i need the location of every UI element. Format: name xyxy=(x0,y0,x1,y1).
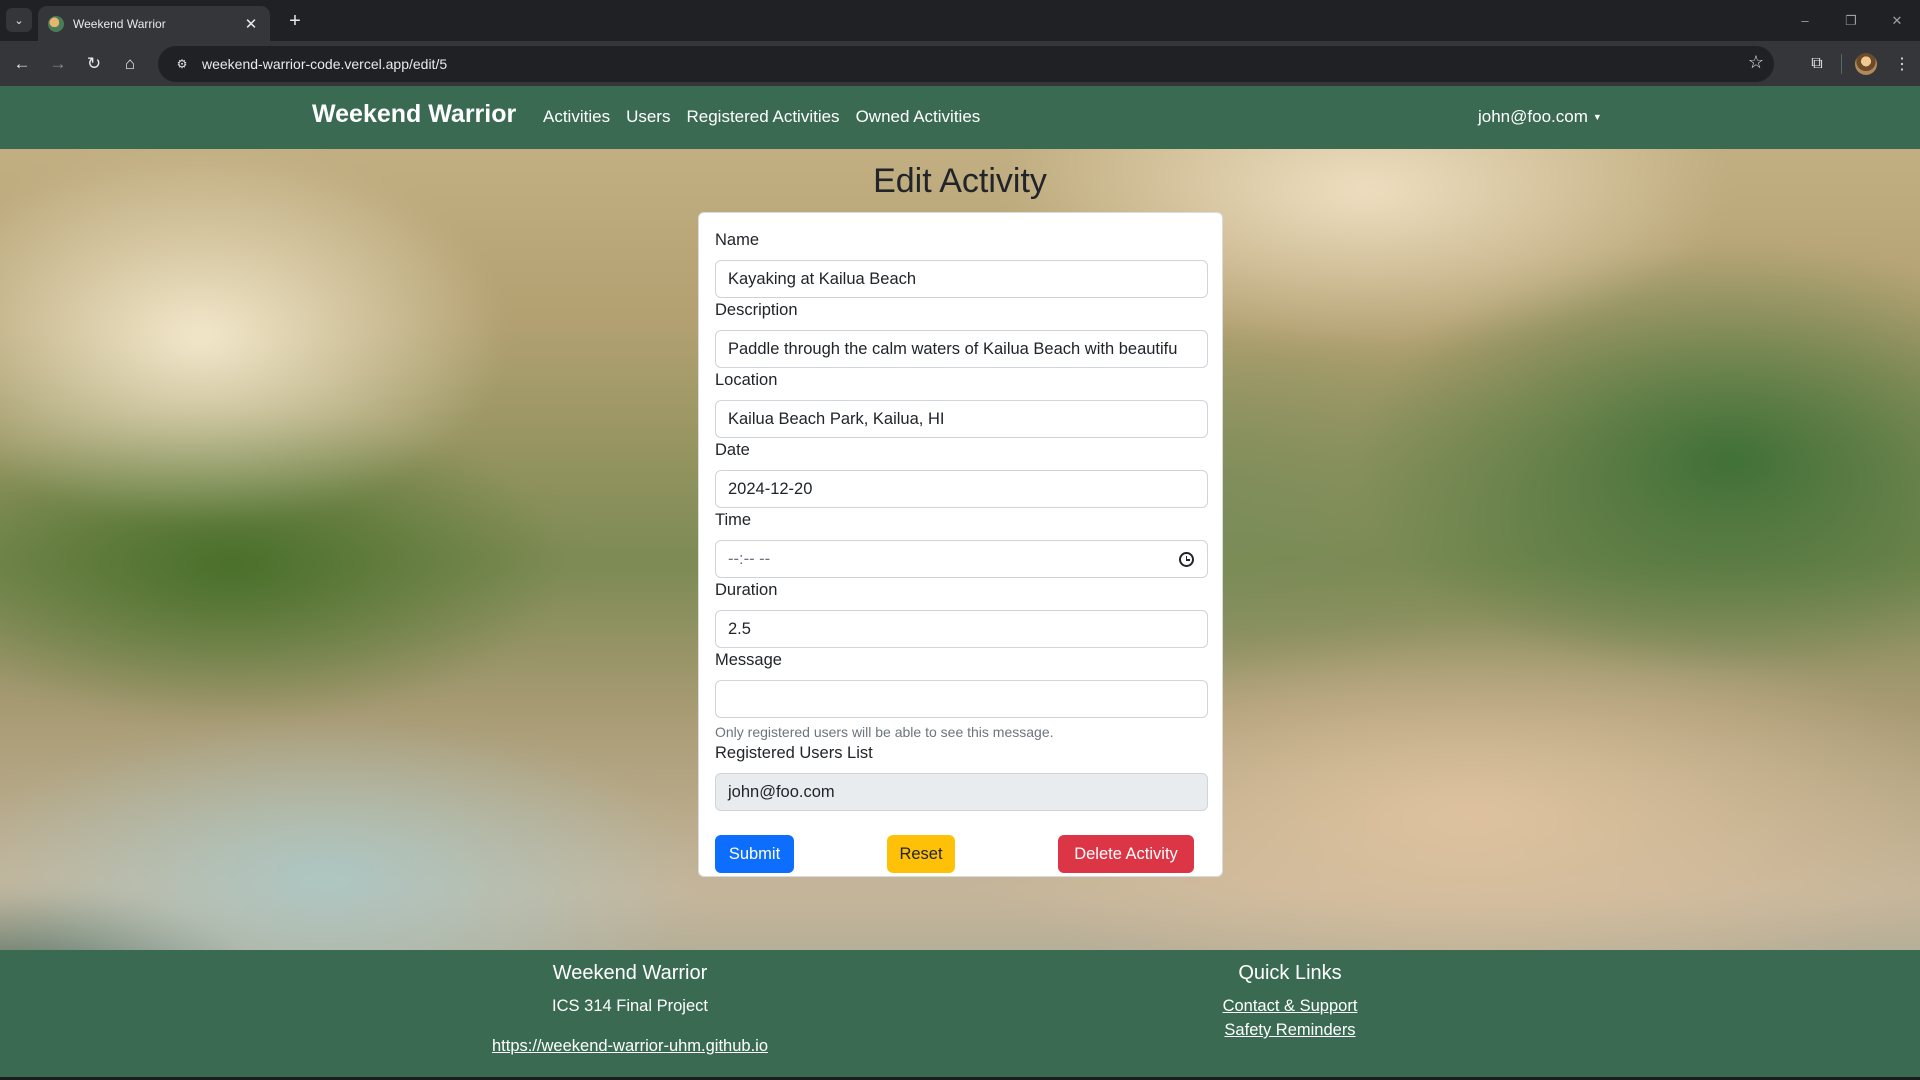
quick-links-title: Quick Links xyxy=(1238,962,1342,984)
address-bar[interactable]: ⚙ weekend-warrior-code.vercel.app/edit/5… xyxy=(158,46,1774,82)
chevron-down-icon: ⌄ xyxy=(14,14,24,27)
site-info-icon[interactable]: ⚙ xyxy=(172,54,192,74)
reload-button[interactable]: ↻ xyxy=(76,46,112,82)
message-label: Message xyxy=(715,651,782,669)
location-input[interactable]: Kailua Beach Park, Kailua, HI xyxy=(715,400,1208,438)
restore-button[interactable]: ❐ xyxy=(1828,0,1874,41)
more-menu-icon[interactable]: ⋮ xyxy=(1884,46,1920,82)
nav-link-registered-activities[interactable]: Registered Activities xyxy=(686,107,839,127)
date-label: Date xyxy=(715,441,750,459)
profile-button[interactable] xyxy=(1848,46,1884,82)
toolbar-actions: ⧉ ⋮ xyxy=(1799,41,1920,86)
name-label: Name xyxy=(715,231,760,249)
tab-title: Weekend Warrior xyxy=(73,16,166,31)
avatar xyxy=(1855,52,1877,75)
arrow-right-icon: → xyxy=(49,53,67,73)
description-input[interactable]: Paddle through the calm waters of Kailua… xyxy=(715,330,1208,368)
page-title: Edit Activity xyxy=(873,162,1047,200)
browser-toolbar: ← → ↻ ⌂ ⚙ weekend-warrior-code.vercel.ap… xyxy=(0,41,1920,86)
description-label: Description xyxy=(715,301,798,319)
contact-support-link[interactable]: Contact & Support xyxy=(1090,997,1490,1016)
duration-input[interactable]: 2.5 xyxy=(715,610,1208,648)
brand-link[interactable]: Weekend Warrior xyxy=(312,100,516,129)
window-controls: – ❐ ✕ xyxy=(1782,0,1920,41)
location-label: Location xyxy=(715,371,778,389)
new-tab-button[interactable]: + xyxy=(282,8,308,34)
extensions-icon[interactable]: ⧉ xyxy=(1799,46,1835,82)
name-input[interactable]: Kayaking at Kailua Beach xyxy=(715,260,1208,298)
footer-subtitle: ICS 314 Final Project xyxy=(552,997,708,1015)
page-content: Weekend Warrior Activities Users Registe… xyxy=(0,86,1920,1080)
nav-link-owned-activities[interactable]: Owned Activities xyxy=(856,107,981,127)
browser-tab[interactable]: Weekend Warrior ✕ xyxy=(38,6,270,41)
nav-links: Activities Users Registered Activities O… xyxy=(543,107,996,127)
date-input[interactable]: 2024-12-20 xyxy=(715,470,1208,508)
registered-users-input: john@foo.com xyxy=(715,773,1208,811)
minimize-button[interactable]: – xyxy=(1782,0,1828,41)
message-input[interactable] xyxy=(715,680,1208,718)
caret-down-icon: ▼ xyxy=(1592,112,1602,122)
footer-github-link[interactable]: https://weekend-warrior-uhm.github.io xyxy=(430,1037,830,1056)
url-text[interactable]: weekend-warrior-code.vercel.app/edit/5 xyxy=(202,56,447,72)
arrow-left-icon: ← xyxy=(13,53,31,73)
browser-tab-bar: ⌄ Weekend Warrior ✕ + – ❐ ✕ xyxy=(0,0,1920,41)
site-footer: Weekend Warrior ICS 314 Final Project ht… xyxy=(0,950,1920,1077)
submit-button[interactable]: Submit xyxy=(715,835,794,873)
toolbar-divider xyxy=(1841,53,1842,74)
close-window-button[interactable]: ✕ xyxy=(1874,0,1920,41)
forward-button[interactable]: → xyxy=(40,46,76,82)
delete-activity-button[interactable]: Delete Activity xyxy=(1058,835,1194,873)
registered-users-label: Registered Users List xyxy=(715,744,873,762)
user-dropdown[interactable]: john@foo.com ▼ xyxy=(1478,107,1602,127)
reset-button[interactable]: Reset xyxy=(887,835,955,873)
time-placeholder: --:-- -- xyxy=(728,549,771,568)
user-email: john@foo.com xyxy=(1478,107,1588,126)
footer-title: Weekend Warrior xyxy=(552,962,708,984)
nav-link-users[interactable]: Users xyxy=(626,107,670,127)
clock-icon[interactable] xyxy=(1179,552,1194,567)
nav-link-activities[interactable]: Activities xyxy=(543,107,610,127)
safety-reminders-link[interactable]: Safety Reminders xyxy=(1090,1021,1490,1040)
edit-activity-form: Name Kayaking at Kailua Beach Descriptio… xyxy=(698,212,1223,877)
reload-icon: ↻ xyxy=(86,53,102,73)
home-icon: ⌂ xyxy=(124,53,136,73)
message-help-text: Only registered users will be able to se… xyxy=(715,724,1054,740)
back-button[interactable]: ← xyxy=(4,46,40,82)
home-button[interactable]: ⌂ xyxy=(112,46,148,82)
tab-search-button[interactable]: ⌄ xyxy=(6,8,32,32)
bookmark-star-icon[interactable]: ☆ xyxy=(1748,52,1764,73)
close-tab-icon[interactable]: ✕ xyxy=(242,15,260,33)
site-navbar: Weekend Warrior Activities Users Registe… xyxy=(0,86,1920,149)
time-label: Time xyxy=(715,511,752,529)
site-favicon-icon xyxy=(48,15,64,32)
duration-label: Duration xyxy=(715,581,778,599)
time-input[interactable]: --:-- -- xyxy=(715,540,1208,578)
